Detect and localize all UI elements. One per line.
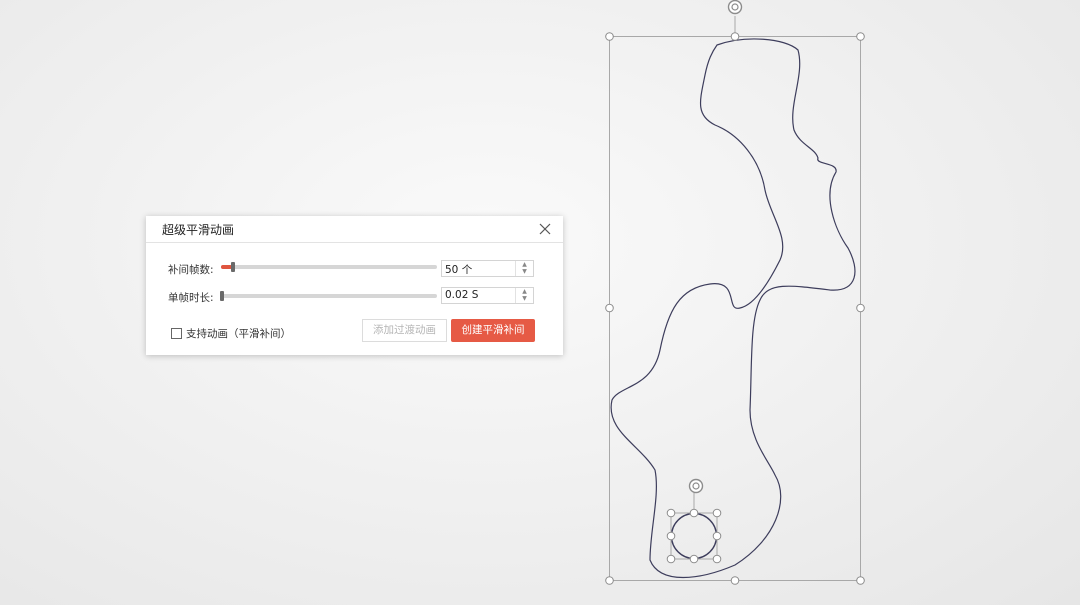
- add-transition-button[interactable]: 添加过渡动画: [362, 319, 447, 342]
- chevron-up-icon[interactable]: ▲: [516, 261, 533, 268]
- resize-handle-icon: [730, 32, 740, 41]
- chevron-down-icon[interactable]: ▼: [516, 295, 533, 302]
- circle-shape[interactable]: [670, 512, 718, 560]
- frames-value[interactable]: 50 个: [445, 262, 472, 277]
- circle-rotate-handle-icon[interactable]: [688, 478, 704, 494]
- create-smooth-tween-button[interactable]: 创建平滑补间: [451, 319, 535, 342]
- resize-handle-icon: [730, 576, 740, 585]
- resize-handle-icon: [605, 576, 614, 585]
- slider-thumb[interactable]: [220, 291, 224, 301]
- resize-handle-icon: [689, 554, 699, 564]
- resize-handle-icon: [605, 303, 614, 313]
- resize-handle-icon: [712, 531, 722, 541]
- dialog-title: 超级平滑动画: [162, 223, 235, 237]
- duration-value[interactable]: 0.02 S: [445, 289, 478, 301]
- resize-handle-icon: [666, 531, 676, 541]
- duration-spinbox[interactable]: 0.02 S ▲ ▼: [441, 287, 534, 304]
- resize-handle-icon: [666, 554, 676, 564]
- frames-label: 补间帧数:: [168, 264, 214, 276]
- circle-resize-handles[interactable]: [666, 508, 722, 564]
- frames-spinbox[interactable]: 50 个 ▲ ▼: [441, 260, 534, 277]
- dialog-header: 超级平滑动画: [146, 216, 563, 243]
- support-animation-checkbox[interactable]: [171, 328, 182, 339]
- path-resize-handles[interactable]: [605, 32, 865, 585]
- duration-slider[interactable]: [220, 291, 437, 301]
- resize-handle-icon: [712, 554, 722, 564]
- resize-handle-icon: [856, 303, 865, 313]
- resize-handle-icon: [856, 32, 865, 41]
- slider-track: [221, 265, 437, 269]
- duration-stepper[interactable]: ▲ ▼: [515, 288, 533, 303]
- path-rotate-handle-icon[interactable]: [727, 0, 743, 15]
- resize-handle-icon: [605, 32, 614, 41]
- resize-handle-icon: [689, 508, 699, 518]
- resize-handle-icon: [666, 508, 676, 518]
- duration-label: 单帧时长:: [168, 292, 214, 304]
- support-animation-label[interactable]: 支持动画（平滑补间）: [186, 326, 291, 341]
- resize-handle-icon: [856, 576, 865, 585]
- slider-thumb[interactable]: [231, 262, 235, 272]
- frames-slider[interactable]: [221, 262, 437, 272]
- slider-track: [221, 294, 437, 298]
- close-icon[interactable]: [538, 222, 552, 236]
- smooth-animation-dialog: 超级平滑动画 补间帧数: 50 个 ▲ ▼ 单帧时长: 0.02 S ▲ ▼ 支…: [146, 216, 563, 355]
- frames-stepper[interactable]: ▲ ▼: [515, 261, 533, 276]
- path-selection-frame: [609, 36, 861, 581]
- chevron-up-icon[interactable]: ▲: [516, 288, 533, 295]
- motion-path[interactable]: [610, 38, 856, 578]
- chevron-down-icon[interactable]: ▼: [516, 268, 533, 275]
- resize-handle-icon: [712, 508, 722, 518]
